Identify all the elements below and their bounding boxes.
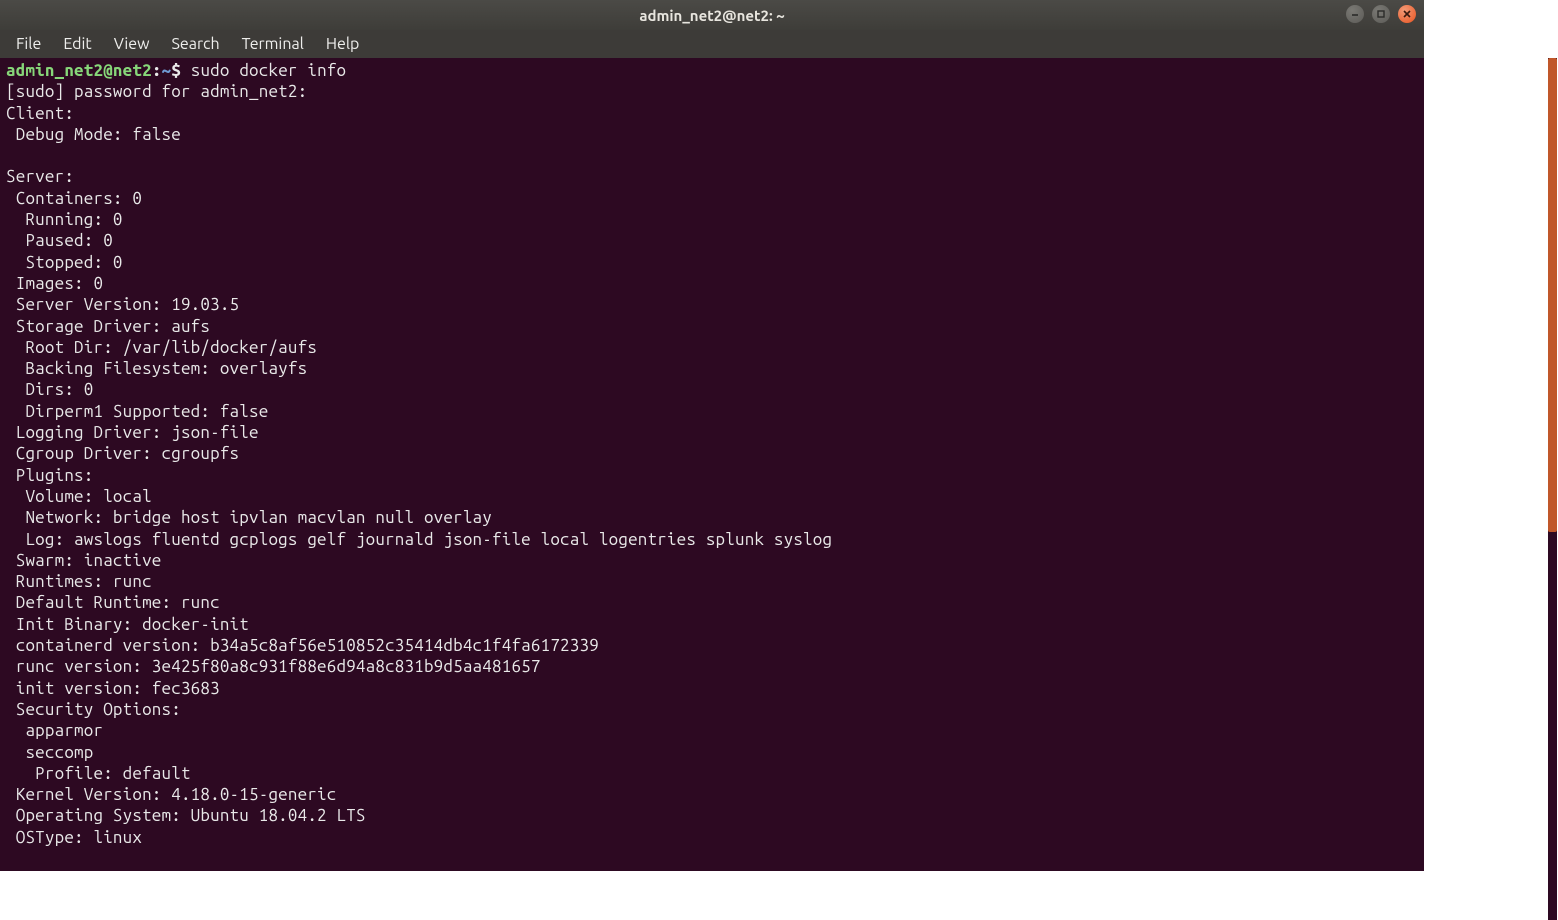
scrollbar[interactable] [1548, 58, 1557, 920]
output-line: Backing Filesystem: overlayfs [6, 359, 307, 378]
output-line: containerd version: b34a5c8af56e510852c3… [6, 636, 599, 655]
prompt-dollar: $ [171, 61, 181, 80]
window-title: admin_net2@net2: ~ [639, 7, 784, 24]
output-line: Default Runtime: runc [6, 593, 220, 612]
output-line: OSType: linux [6, 828, 142, 847]
menu-help[interactable]: Help [316, 33, 370, 55]
output-line: Debug Mode: false [6, 125, 181, 144]
menu-edit[interactable]: Edit [53, 33, 101, 55]
close-icon [1402, 9, 1412, 19]
output-line: Containers: 0 [6, 189, 142, 208]
output-line: Images: 0 [6, 274, 103, 293]
close-button[interactable] [1398, 5, 1416, 23]
output-line: Operating System: Ubuntu 18.04.2 LTS [6, 806, 366, 825]
output-line: Server Version: 19.03.5 [6, 295, 239, 314]
prompt-userhost: admin_net2@net2 [6, 61, 152, 80]
output-line: [sudo] password for admin_net2: [6, 82, 307, 101]
minimize-button[interactable] [1346, 5, 1364, 23]
scrollbar-thumb[interactable] [1548, 58, 1557, 532]
titlebar[interactable]: admin_net2@net2: ~ [0, 0, 1424, 30]
output-line: apparmor [6, 721, 103, 740]
minimize-icon [1350, 9, 1360, 19]
output-line: Root Dir: /var/lib/docker/aufs [6, 338, 317, 357]
output-line: runc version: 3e425f80a8c931f88e6d94a8c8… [6, 657, 541, 676]
output-line: Profile: default [6, 764, 191, 783]
scrollbar-track [1548, 58, 1557, 920]
maximize-icon [1376, 9, 1386, 19]
output-line: Client: [6, 104, 74, 123]
output-line: Swarm: inactive [6, 551, 162, 570]
output-line: Network: bridge host ipvlan macvlan null… [6, 508, 492, 527]
output-line: Cgroup Driver: cgroupfs [6, 444, 239, 463]
output-line: seccomp [6, 743, 93, 762]
output-line: Stopped: 0 [6, 253, 123, 272]
menu-search[interactable]: Search [162, 33, 230, 55]
output-line: Dirs: 0 [6, 380, 93, 399]
terminal-output[interactable]: admin_net2@net2:~$ sudo docker info [sud… [0, 58, 1424, 871]
output-line: Dirperm1 Supported: false [6, 402, 268, 421]
maximize-button[interactable] [1372, 5, 1390, 23]
output-line: Server: [6, 167, 74, 186]
menu-terminal[interactable]: Terminal [232, 33, 314, 55]
menu-view[interactable]: View [104, 33, 160, 55]
prompt-command: sudo docker info [181, 61, 346, 80]
output-line: Security Options: [6, 700, 181, 719]
output-line: Storage Driver: aufs [6, 317, 210, 336]
prompt-path: ~ [162, 61, 172, 80]
output-line: Runtimes: runc [6, 572, 152, 591]
prompt-separator: : [152, 61, 162, 80]
terminal-window: admin_net2@net2: ~ File Edit View Search… [0, 0, 1424, 871]
output-line: init version: fec3683 [6, 679, 220, 698]
menu-file[interactable]: File [6, 33, 51, 55]
output-line: Plugins: [6, 466, 93, 485]
output-line: Log: awslogs fluentd gcplogs gelf journa… [6, 530, 832, 549]
output-line: Running: 0 [6, 210, 123, 229]
output-line: Init Binary: docker-init [6, 615, 249, 634]
output-line: Kernel Version: 4.18.0-15-generic [6, 785, 336, 804]
output-line: Logging Driver: json-file [6, 423, 259, 442]
window-controls [1346, 5, 1416, 23]
output-line: Paused: 0 [6, 231, 113, 250]
output-line: Volume: local [6, 487, 152, 506]
menubar: File Edit View Search Terminal Help [0, 30, 1424, 58]
